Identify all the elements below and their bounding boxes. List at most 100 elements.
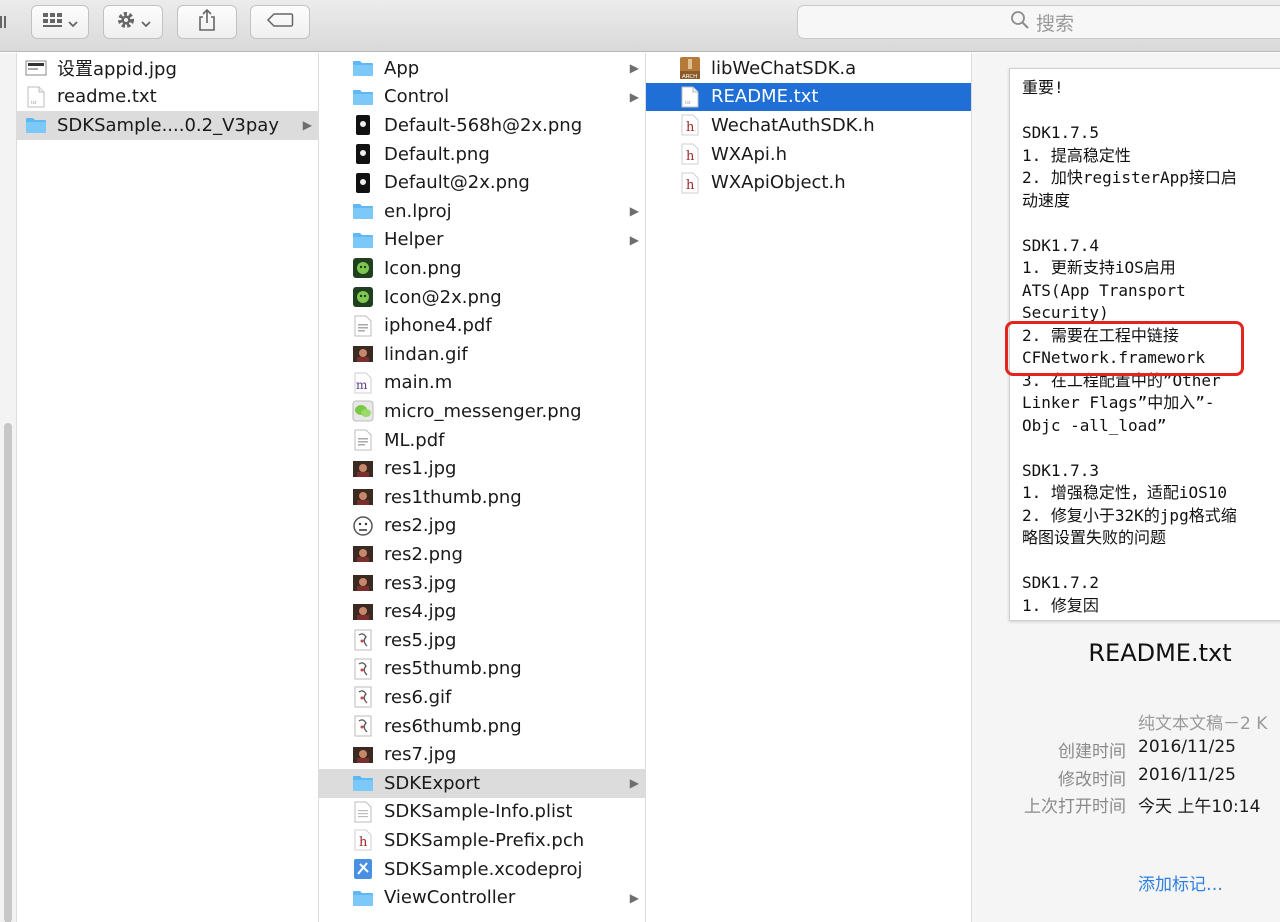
folder-icon xyxy=(352,57,374,79)
file-row[interactable]: res1.jpg xyxy=(319,454,645,483)
sidebar-toggle-icon[interactable] xyxy=(0,8,10,36)
search-placeholder: 搜索 xyxy=(1035,12,1074,35)
folder-icon xyxy=(352,86,374,108)
file-row[interactable]: Icon@2x.png xyxy=(319,283,645,312)
file-row[interactable]: SDKSample-Info.plist xyxy=(319,798,645,827)
sketch-image-icon xyxy=(352,715,374,737)
file-row[interactable]: SDKSample.xcodeproj xyxy=(319,855,645,884)
svg-text:txt: txt xyxy=(685,100,691,105)
item-name: libWeChatSDK.a xyxy=(711,57,857,79)
file-row[interactable]: lindan.gif xyxy=(319,340,645,369)
preview-text-line: Linker Flags”中加入”- xyxy=(1022,393,1215,412)
disclosure-arrow-icon: ▶ xyxy=(629,776,639,791)
file-row[interactable]: res4.jpg xyxy=(319,597,645,626)
h-source-icon: h xyxy=(679,172,701,194)
preview-file-name: README.txt xyxy=(1088,639,1232,667)
file-row[interactable]: res5thumb.png xyxy=(319,655,645,684)
file-row[interactable]: txt readme.txt xyxy=(17,83,318,112)
file-row[interactable]: res6.gif xyxy=(319,683,645,712)
svg-text:ARCH: ARCH xyxy=(682,74,697,80)
share-button[interactable] xyxy=(177,5,237,39)
tags-button[interactable] xyxy=(250,5,310,39)
item-name: res4.jpg xyxy=(384,601,457,623)
preview-text-line xyxy=(1022,550,1276,573)
h-source-icon: h xyxy=(679,114,701,136)
item-name: SDKExport xyxy=(384,772,481,794)
view-options-button[interactable] xyxy=(31,5,89,39)
folder-icon xyxy=(25,114,47,136)
file-row[interactable]: txt README.txt xyxy=(646,82,971,112)
file-row[interactable]: ARCH libWeChatSDK.a xyxy=(646,54,971,83)
app-image-icon xyxy=(352,257,374,279)
file-row[interactable]: res2.png xyxy=(319,540,645,569)
item-name: res2.png xyxy=(384,543,463,565)
file-row[interactable]: res6thumb.png xyxy=(319,712,645,741)
folder-row[interactable]: SDKSample....0.2_V3pay ▶ xyxy=(17,111,318,140)
item-name: res5.jpg xyxy=(384,629,457,651)
item-name: SDKSample-Info.plist xyxy=(384,801,573,823)
gear-icon xyxy=(115,9,137,35)
file-row[interactable]: 设置appid.jpg xyxy=(17,54,318,83)
file-row[interactable]: h WechatAuthSDK.h xyxy=(646,111,971,140)
file-row[interactable]: res3.jpg xyxy=(319,569,645,598)
file-row[interactable]: h SDKSample-Prefix.pch xyxy=(319,826,645,855)
item-name: SDKSample-Prefix.pch xyxy=(384,829,585,851)
item-name: WXApi.h xyxy=(711,143,787,165)
browser-column-1: 设置appid.jpg txt readme.txt SDKSample....0.2… xyxy=(17,53,319,922)
item-name: readme.txt xyxy=(57,86,157,108)
file-row[interactable]: res7.jpg xyxy=(319,740,645,769)
file-row[interactable]: iphone4.pdf xyxy=(319,311,645,340)
sketch-image-icon xyxy=(352,686,374,708)
file-row[interactable]: h WXApiObject.h xyxy=(646,168,971,197)
item-name: ML.pdf xyxy=(384,429,445,451)
folder-row[interactable]: SDKExport ▶ xyxy=(319,769,645,798)
file-row[interactable]: res5.jpg xyxy=(319,626,645,655)
file-row[interactable]: Icon.png xyxy=(319,254,645,283)
search-field[interactable]: 搜索 xyxy=(797,5,1280,39)
file-row[interactable]: micro_messenger.png xyxy=(319,397,645,426)
h-source-icon: h xyxy=(352,829,374,851)
item-name: main.m xyxy=(384,372,453,394)
svg-text:h: h xyxy=(686,149,695,164)
preview-text-line xyxy=(1022,100,1276,123)
preview-text-line: 1. 提高稳定性 xyxy=(1022,145,1131,165)
item-name: App xyxy=(384,57,420,79)
item-name: ViewController xyxy=(384,887,516,909)
preview-text-line: 2. 加快registerApp接口启 xyxy=(1022,168,1237,187)
folder-icon xyxy=(352,200,374,222)
xcodeproj-icon xyxy=(352,858,374,880)
item-name: micro_messenger.png xyxy=(384,400,582,422)
photo-icon xyxy=(352,486,374,508)
item-name: res6.gif xyxy=(384,686,452,708)
disclosure-arrow-icon: ▶ xyxy=(629,204,639,219)
file-row[interactable]: m main.m xyxy=(319,369,645,398)
action-button[interactable] xyxy=(103,5,163,39)
folder-row[interactable]: ViewController ▶ xyxy=(319,883,645,912)
scrollbar-thumb[interactable] xyxy=(4,423,12,922)
folder-row[interactable]: Control ▶ xyxy=(319,83,645,112)
folder-row[interactable]: en.lproj ▶ xyxy=(319,197,645,226)
folder-row[interactable]: Helper ▶ xyxy=(319,226,645,255)
file-row[interactable]: Default-568h@2x.png xyxy=(319,111,645,140)
file-row[interactable]: Default.png xyxy=(319,140,645,169)
chevron-down-icon xyxy=(141,13,151,32)
disclosure-arrow-icon: ▶ xyxy=(629,890,639,905)
photo-icon xyxy=(352,572,374,594)
folder-row[interactable]: App ▶ xyxy=(319,54,645,83)
file-row[interactable]: res2.jpg xyxy=(319,512,645,541)
sidebar-edge xyxy=(0,53,17,922)
browser-column-2: App ▶ Control ▶ Default-568h@2x.png Default.p… xyxy=(319,53,646,922)
disclosure-arrow-icon: ▶ xyxy=(302,118,312,133)
file-row[interactable]: ML.pdf xyxy=(319,426,645,455)
preview-text-line: Objc -all_load” xyxy=(1022,415,1167,435)
file-row[interactable]: h WXApi.h xyxy=(646,140,971,169)
photo-icon xyxy=(352,343,374,365)
plist-icon xyxy=(352,801,374,823)
file-row[interactable]: res1thumb.png xyxy=(319,483,645,512)
item-name: Icon@2x.png xyxy=(384,286,502,308)
file-row[interactable]: Default@2x.png xyxy=(319,168,645,197)
h-source-icon: h xyxy=(679,143,701,165)
wechat-image-icon xyxy=(352,400,374,422)
sketch-image-icon xyxy=(352,629,374,651)
add-tags-link[interactable]: 添加标记… xyxy=(1138,870,1223,895)
